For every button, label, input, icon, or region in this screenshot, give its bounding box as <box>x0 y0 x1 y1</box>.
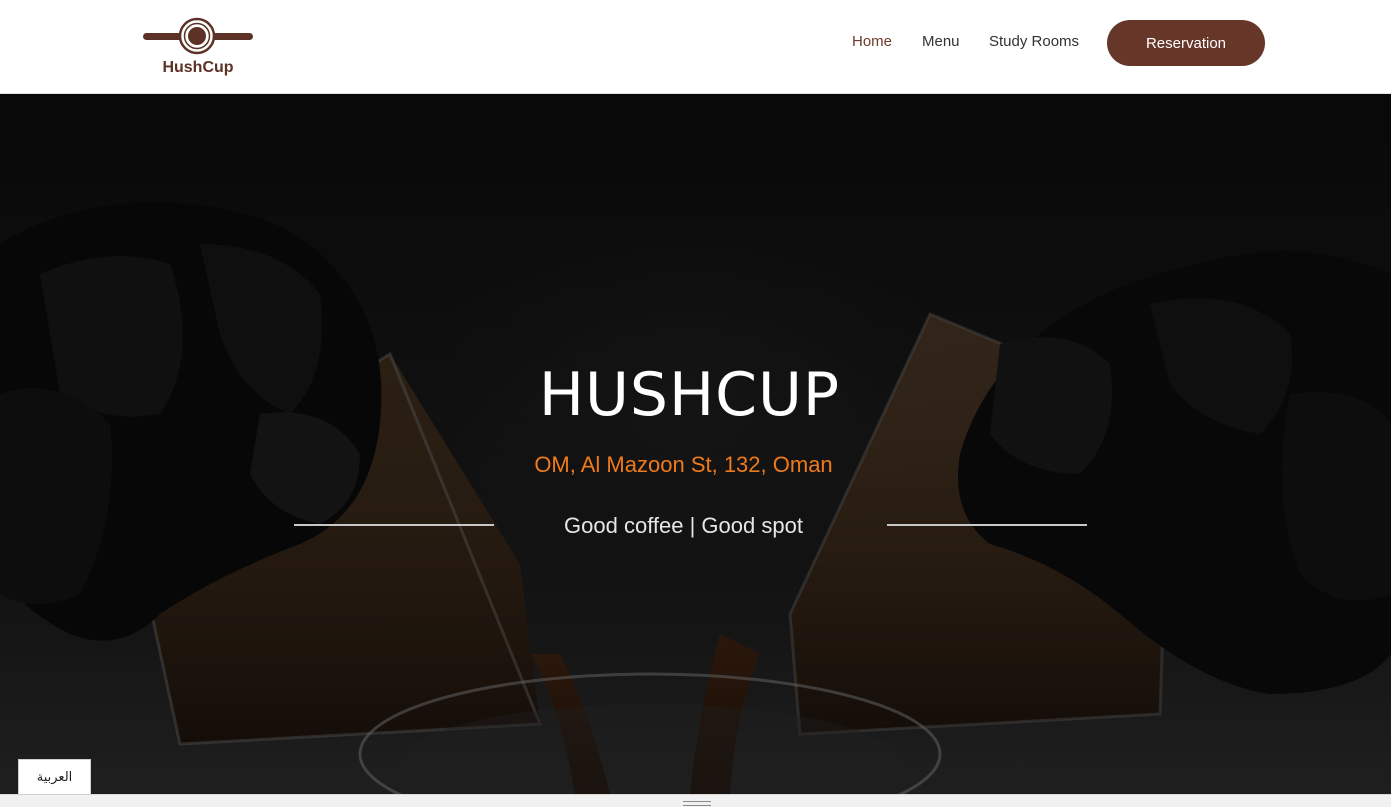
hero-section: HUSHCUP OM, Al Mazoon St, 132, Oman Good… <box>0 94 1391 794</box>
site-logo[interactable]: HushCup <box>140 14 256 80</box>
pouring-coffee-image <box>0 94 1391 794</box>
nav-home[interactable]: Home <box>852 33 892 50</box>
site-header: HushCup Home Menu Study Rooms Reservatio… <box>0 0 1391 94</box>
drag-handle-icon[interactable] <box>683 801 711 806</box>
reservation-button[interactable]: Reservation <box>1107 20 1265 66</box>
decorative-divider-right <box>887 524 1087 526</box>
nav-study-rooms[interactable]: Study Rooms <box>989 33 1079 50</box>
hero-tagline: Good coffee | Good spot <box>564 513 803 538</box>
coffee-cup-logo-icon <box>143 17 253 55</box>
hero-title: HUSHCUP <box>538 360 841 430</box>
hero-address: OM, Al Mazoon St, 132, Oman <box>534 452 833 477</box>
logo-text: HushCup <box>162 59 234 76</box>
nav-menu[interactable]: Menu <box>922 33 960 50</box>
language-switch-button[interactable]: العربية <box>18 759 91 795</box>
bottom-bar <box>0 794 1391 807</box>
